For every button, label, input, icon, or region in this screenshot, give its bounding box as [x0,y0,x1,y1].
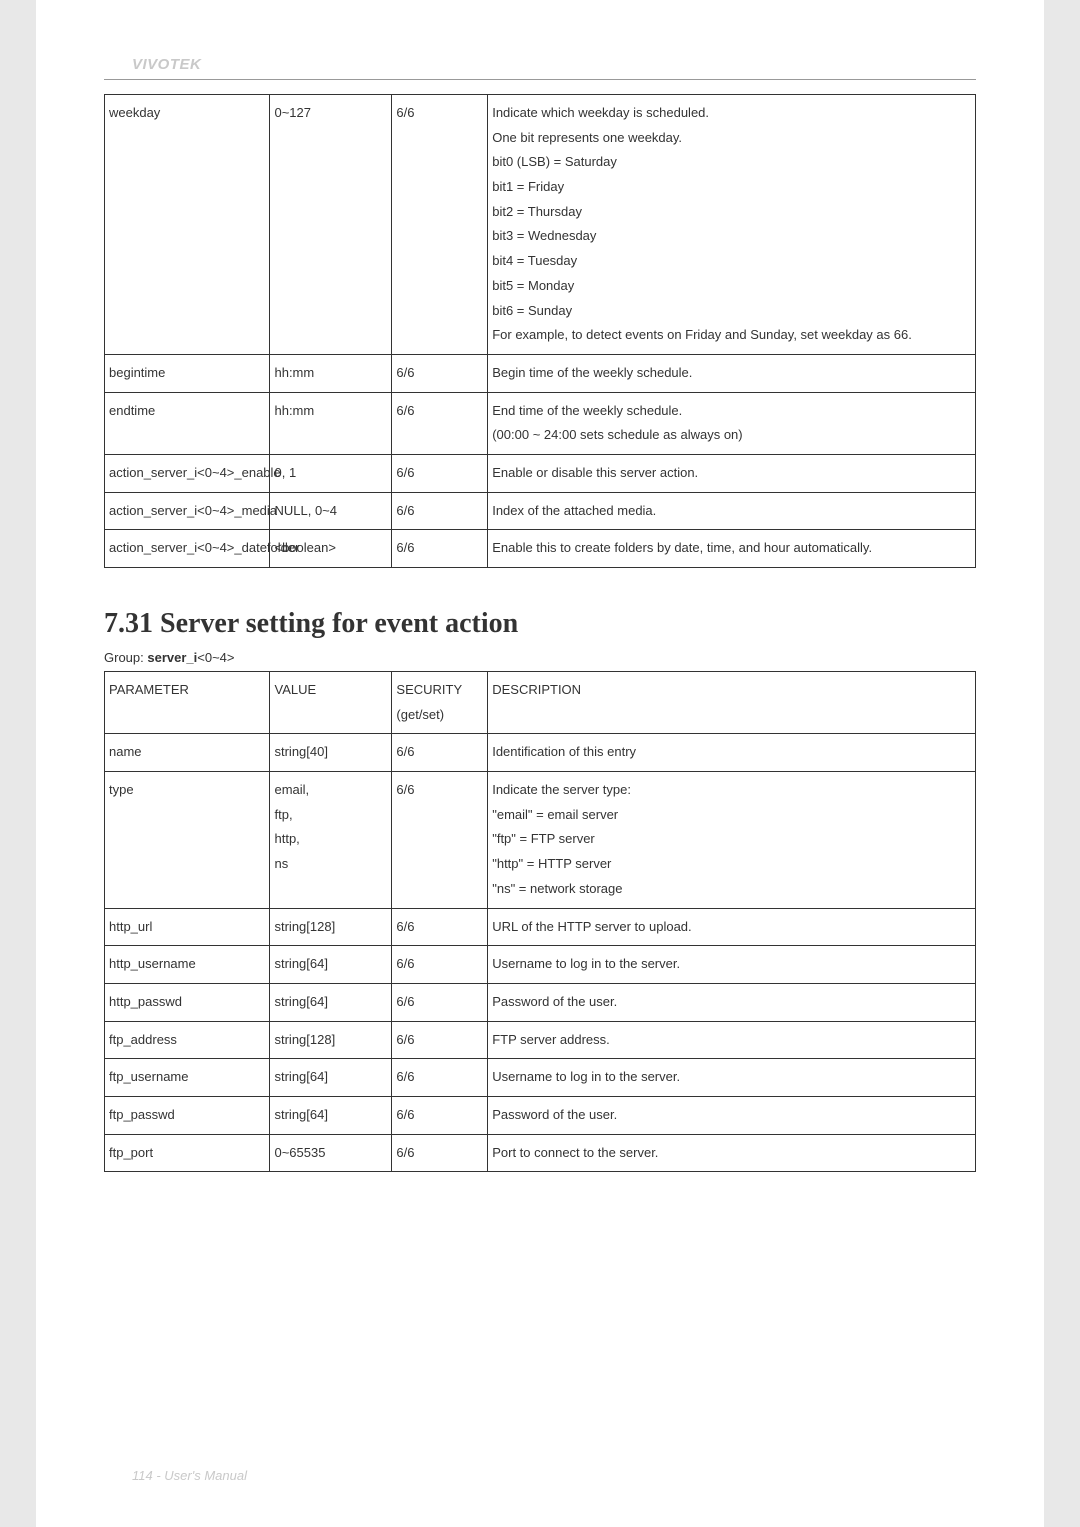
cell-desc: Username to log in to the server. [488,946,976,984]
cell-desc: Username to log in to the server. [488,1059,976,1097]
table-row: ftp_passwd string[64] 6/6 Password of th… [105,1096,976,1134]
cell-param: http_url [105,908,270,946]
table-row: weekday 0~127 6/6 Indicate which weekday… [105,95,976,355]
section-heading: 7.31 Server setting for event action [104,608,976,640]
cell-value: string[64] [270,983,392,1021]
cell-security: 6/6 [392,454,488,492]
group-bold: server_i [147,650,197,665]
table-row: action_server_i<0~4>_enable 0, 1 6/6 Ena… [105,454,976,492]
cell-param: ftp_passwd [105,1096,270,1134]
table-header-row: PARAMETER VALUE SECURITY (get/set) DESCR… [105,672,976,734]
cell-param: http_username [105,946,270,984]
cell-desc: Indicate the server type: "email" = emai… [488,772,976,908]
cell-param: action_server_i<0~4>_enable [105,454,270,492]
table-row: http_passwd string[64] 6/6 Password of t… [105,983,976,1021]
table-row: http_url string[128] 6/6 URL of the HTTP… [105,908,976,946]
cell-desc: Identification of this entry [488,734,976,772]
cell-security: 6/6 [392,354,488,392]
cell-value: NULL, 0~4 [270,492,392,530]
table-row: action_server_i<0~4>_datefolder <boolean… [105,530,976,568]
cell-desc: Enable or disable this server action. [488,454,976,492]
cell-value: string[40] [270,734,392,772]
group-line: Group: server_i<0~4> [104,650,976,665]
cell-desc: Password of the user. [488,983,976,1021]
cell-value: string[64] [270,1096,392,1134]
cell-security: 6/6 [392,1059,488,1097]
cell-security: 6/6 [392,1096,488,1134]
header-security: SECURITY (get/set) [392,672,488,734]
table-row: endtime hh:mm 6/6 End time of the weekly… [105,392,976,454]
cell-security: 6/6 [392,492,488,530]
cell-value: 0~65535 [270,1134,392,1172]
cell-security: 6/6 [392,772,488,908]
table-row: ftp_address string[128] 6/6 FTP server a… [105,1021,976,1059]
cell-desc: Enable this to create folders by date, t… [488,530,976,568]
header-value: VALUE [270,672,392,734]
cell-param: weekday [105,95,270,355]
cell-security: 6/6 [392,1134,488,1172]
server-params-table: PARAMETER VALUE SECURITY (get/set) DESCR… [104,671,976,1172]
cell-security: 6/6 [392,946,488,984]
divider [104,79,976,80]
cell-value: email, ftp, http, ns [270,772,392,908]
cell-param: ftp_port [105,1134,270,1172]
cell-param: ftp_address [105,1021,270,1059]
table-row: begintime hh:mm 6/6 Begin time of the we… [105,354,976,392]
group-prefix: Group: [104,650,147,665]
cell-security: 6/6 [392,983,488,1021]
table-row: type email, ftp, http, ns 6/6 Indicate t… [105,772,976,908]
header-desc: DESCRIPTION [488,672,976,734]
cell-value: hh:mm [270,354,392,392]
table-row: ftp_port 0~65535 6/6 Port to connect to … [105,1134,976,1172]
cell-value: 0~127 [270,95,392,355]
cell-value: <boolean> [270,530,392,568]
cell-desc: End time of the weekly schedule. (00:00 … [488,392,976,454]
cell-value: string[128] [270,1021,392,1059]
cell-param: action_server_i<0~4>_media [105,492,270,530]
cell-param: endtime [105,392,270,454]
header-param: PARAMETER [105,672,270,734]
cell-security: 6/6 [392,1021,488,1059]
cell-value: string[64] [270,946,392,984]
cell-value: hh:mm [270,392,392,454]
page: VIVOTEK weekday 0~127 6/6 Indicate which… [36,0,1044,1527]
cell-desc: Indicate which weekday is scheduled. One… [488,95,976,355]
cell-desc: Index of the attached media. [488,492,976,530]
cell-desc: Begin time of the weekly schedule. [488,354,976,392]
cell-param: type [105,772,270,908]
cell-param: action_server_i<0~4>_datefolder [105,530,270,568]
page-footer: 114 - User's Manual [132,1468,247,1483]
cell-security: 6/6 [392,734,488,772]
cell-security: 6/6 [392,392,488,454]
cell-param: name [105,734,270,772]
table-row: http_username string[64] 6/6 Username to… [105,946,976,984]
cell-param: http_passwd [105,983,270,1021]
cell-value: string[64] [270,1059,392,1097]
table-row: action_server_i<0~4>_media NULL, 0~4 6/6… [105,492,976,530]
cell-desc: Port to connect to the server. [488,1134,976,1172]
cell-security: 6/6 [392,530,488,568]
cell-param: ftp_username [105,1059,270,1097]
event-params-table: weekday 0~127 6/6 Indicate which weekday… [104,94,976,568]
cell-value: 0, 1 [270,454,392,492]
table-row: ftp_username string[64] 6/6 Username to … [105,1059,976,1097]
cell-desc: URL of the HTTP server to upload. [488,908,976,946]
cell-param: begintime [105,354,270,392]
cell-desc: FTP server address. [488,1021,976,1059]
cell-security: 6/6 [392,95,488,355]
group-suffix: <0~4> [197,650,234,665]
cell-security: 6/6 [392,908,488,946]
table-row: name string[40] 6/6 Identification of th… [105,734,976,772]
brand-label: VIVOTEK [132,56,976,73]
cell-desc: Password of the user. [488,1096,976,1134]
cell-value: string[128] [270,908,392,946]
